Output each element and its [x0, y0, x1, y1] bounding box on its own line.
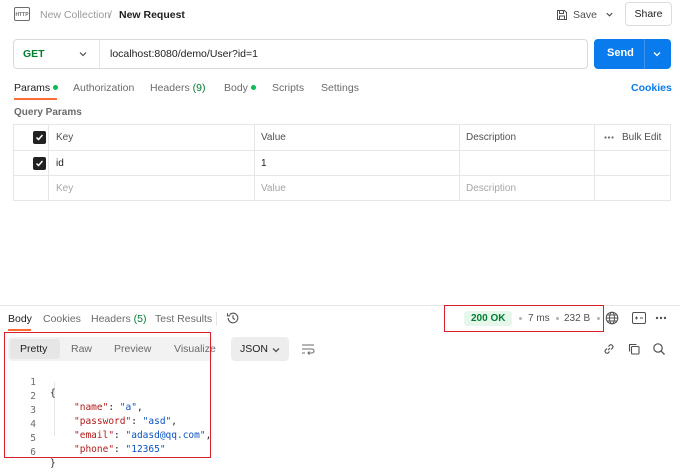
top-bar: HTTP New Collection / New Request Save S… [0, 0, 680, 30]
check-icon [35, 134, 44, 141]
table-row: id 1 [14, 150, 670, 175]
separator-dot [597, 317, 600, 320]
divider [644, 39, 645, 69]
save-options-button[interactable] [601, 5, 617, 23]
tab-settings[interactable]: Settings [321, 82, 359, 94]
code-line[interactable]: 4 "email": "adasd@qq.com", [0, 408, 600, 441]
tab-count: (5) [133, 313, 147, 325]
chevron-down-icon [605, 12, 613, 17]
url-bar: GET localhost:8080/demo/User?id=1 [13, 39, 588, 69]
response-tab-test-results[interactable]: Test Results [155, 313, 212, 325]
tab-label: Body [8, 313, 32, 325]
status-dot [53, 84, 59, 90]
select-all-checkbox[interactable] [33, 131, 46, 144]
request-title[interactable]: New Request [119, 9, 185, 21]
cookies-link[interactable]: Cookies [631, 82, 672, 94]
line-number: 6 [30, 447, 36, 458]
code-line[interactable]: 5 "phone": "12365" [0, 422, 600, 455]
language-select[interactable]: JSON [231, 337, 289, 361]
description-column-header: Description [466, 132, 517, 143]
url-input[interactable]: localhost:8080/demo/User?id=1 [110, 48, 258, 60]
save-button[interactable]: Save [556, 5, 597, 24]
save-label: Save [573, 8, 597, 21]
separator-dot [556, 317, 559, 320]
divider [99, 40, 100, 68]
history-icon[interactable] [226, 311, 240, 325]
tab-label: Scripts [272, 82, 305, 94]
send-button[interactable]: Send [594, 39, 671, 69]
breadcrumb-separator: / [109, 9, 112, 21]
active-tab-indicator [14, 98, 57, 100]
send-label: Send [607, 47, 634, 59]
new-value-input[interactable]: Value [261, 183, 286, 194]
code-line[interactable]: 3 "password": "asd", [0, 394, 600, 427]
tab-label: Authorization [73, 82, 135, 94]
table-row-new: Key Value Description [14, 175, 670, 200]
param-value[interactable]: 1 [261, 158, 267, 169]
request-tabs: Params Authorization Headers (9) Body Sc… [0, 80, 680, 100]
tab-label: Params [14, 82, 51, 94]
code-line[interactable]: 2 "name": "a", [0, 380, 600, 413]
active-tab-indicator [8, 329, 31, 331]
code-line[interactable]: 6 } [0, 436, 600, 469]
language-label: JSON [240, 343, 269, 355]
tab-label: Test Results [155, 313, 213, 325]
globe-icon[interactable] [605, 311, 619, 325]
params-table: Key Value Description Bulk Edit id 1 Key… [13, 124, 671, 201]
tab-params[interactable]: Params [14, 82, 59, 94]
chevron-down-icon [272, 348, 280, 353]
tab-authorization[interactable]: Authorization [73, 82, 134, 94]
param-key[interactable]: id [56, 158, 64, 169]
svg-text:HTTP: HTTP [15, 12, 29, 18]
new-key-input[interactable]: Key [56, 183, 73, 194]
tab-scripts[interactable]: Scripts [272, 82, 304, 94]
tab-label: Settings [321, 82, 359, 94]
chevron-down-icon[interactable] [652, 49, 662, 59]
response-tab-body[interactable]: Body [8, 313, 32, 325]
share-label: Share [634, 8, 663, 20]
check-icon [35, 160, 44, 167]
tab-label: Cookies [43, 313, 81, 325]
code-line[interactable]: 1 { [0, 366, 600, 399]
share-button[interactable]: Share [625, 2, 672, 26]
tab-count: (9) [192, 82, 206, 94]
response-tab-cookies[interactable]: Cookies [43, 313, 81, 325]
tab-headers[interactable]: Headers (9) [150, 82, 205, 94]
search-icon[interactable] [652, 342, 666, 356]
bulk-edit-button[interactable]: Bulk Edit [604, 132, 661, 143]
table-header-row: Key Value Description Bulk Edit [14, 125, 670, 150]
wrap-lines-icon[interactable] [300, 341, 316, 357]
status-badge[interactable]: 200 OK [464, 311, 513, 326]
more-icon[interactable] [655, 316, 667, 320]
response-tab-headers[interactable]: Headers (5) [91, 313, 146, 325]
tab-label: Headers [91, 313, 131, 325]
bulk-edit-label: Bulk Edit [622, 132, 662, 143]
value-column-header: Value [261, 132, 286, 143]
tab-body[interactable]: Body [224, 82, 256, 94]
separator-dot [519, 317, 522, 320]
code-text: } [50, 458, 56, 469]
tab-label: Headers [150, 82, 190, 94]
breadcrumb-collection[interactable]: New Collection [40, 9, 110, 21]
query-params-title: Query Params [14, 107, 82, 118]
method-select[interactable]: GET [23, 48, 45, 60]
response-size[interactable]: 232 B [564, 313, 590, 324]
link-icon[interactable] [602, 342, 616, 356]
tab-label: Body [224, 82, 248, 94]
http-icon: HTTP [14, 7, 30, 21]
status-dot [250, 84, 256, 90]
key-column-header: Key [56, 132, 74, 143]
chevron-down-icon[interactable] [78, 49, 88, 59]
copy-icon[interactable] [627, 342, 641, 356]
new-description-input[interactable]: Description [466, 183, 516, 194]
save-icon [557, 9, 567, 20]
row-checkbox[interactable] [33, 157, 46, 170]
more-icon [604, 136, 614, 139]
divider [216, 312, 217, 326]
save-response-icon[interactable] [632, 312, 646, 324]
response-time[interactable]: 7 ms [528, 313, 550, 324]
